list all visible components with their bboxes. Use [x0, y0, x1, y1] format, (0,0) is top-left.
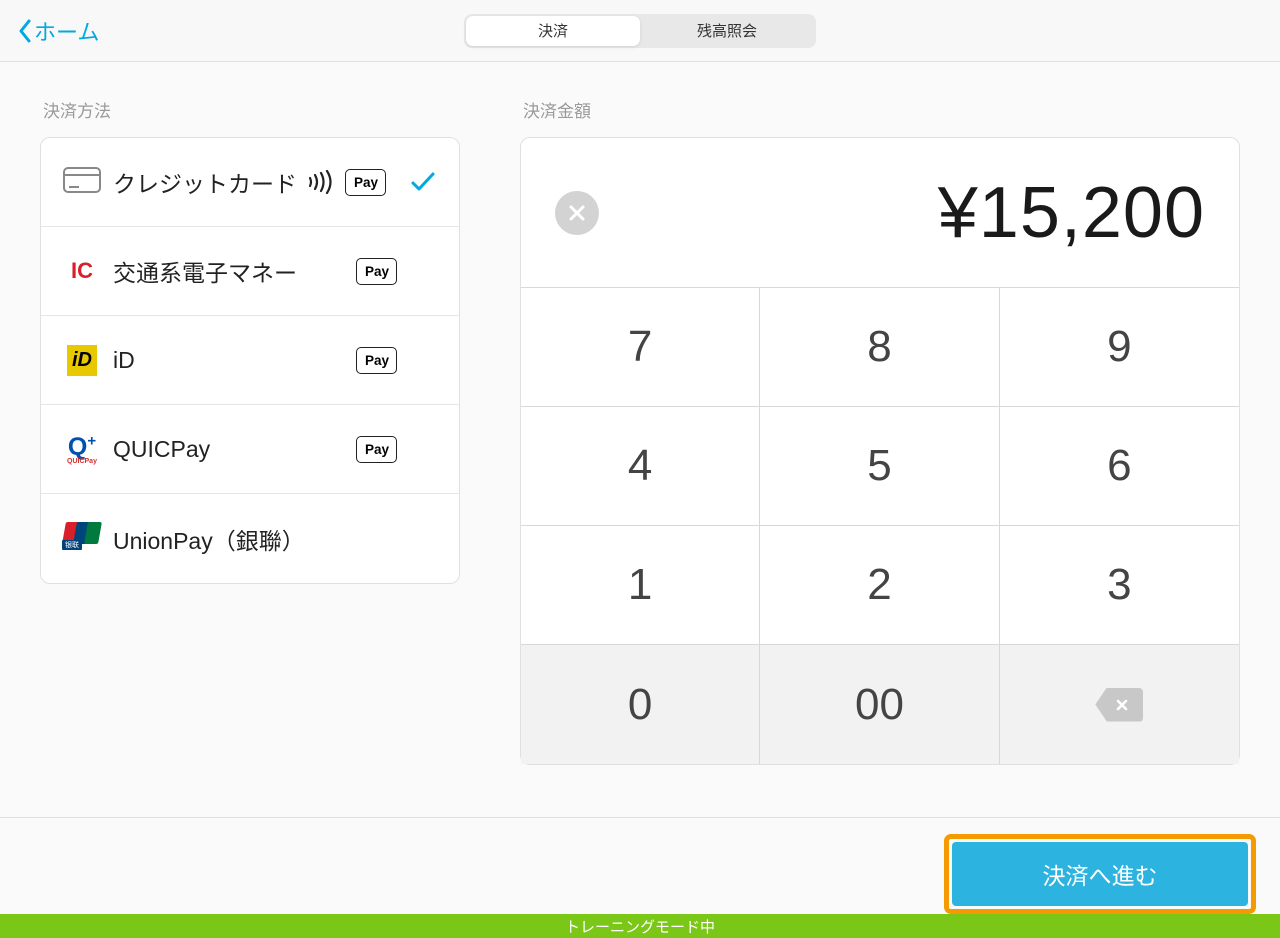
method-label: クレジットカード — [113, 165, 297, 199]
key-9[interactable]: 9 — [1000, 288, 1239, 407]
quicpay-icon: Q+QUICPay — [59, 433, 105, 465]
contactless-icon — [307, 170, 335, 194]
key-3[interactable]: 3 — [1000, 526, 1239, 645]
check-icon — [409, 170, 437, 194]
key-7[interactable]: 7 — [521, 288, 760, 407]
keypad: 7 8 9 4 5 6 1 2 3 0 00 — [521, 288, 1239, 764]
payment-method-title: 決済方法 — [43, 97, 460, 122]
key-0[interactable]: 0 — [521, 645, 760, 764]
close-icon — [568, 204, 586, 222]
method-label: UnionPay（銀聯） — [113, 522, 305, 556]
key-5[interactable]: 5 — [760, 407, 999, 526]
proceed-button[interactable]: 決済へ進む — [952, 842, 1248, 906]
proceed-highlight: 決済へ進む — [944, 834, 1256, 914]
tab-payment[interactable]: 決済 — [466, 16, 640, 46]
method-transit-ic[interactable]: IC 交通系電子マネー Pay — [41, 227, 459, 316]
clear-amount-button[interactable] — [555, 191, 599, 235]
method-label: iD — [113, 347, 135, 374]
apple-pay-badge: Pay — [356, 258, 397, 285]
transit-ic-icon: IC — [59, 258, 105, 284]
payment-method-list: クレジットカード Pay IC 交通系電子マネー Pay iD — [40, 137, 460, 584]
footer: 決済へ進む — [0, 817, 1280, 914]
back-label: ホーム — [34, 15, 99, 47]
method-label: 交通系電子マネー — [113, 254, 297, 288]
credit-card-icon — [59, 167, 105, 198]
key-4[interactable]: 4 — [521, 407, 760, 526]
key-1[interactable]: 1 — [521, 526, 760, 645]
tab-control: 決済 残高照会 — [464, 14, 816, 48]
method-quicpay[interactable]: Q+QUICPay QUICPay Pay — [41, 405, 459, 494]
unionpay-icon: 银联 — [59, 522, 105, 555]
method-credit-card[interactable]: クレジットカード Pay — [41, 138, 459, 227]
apple-pay-badge: Pay — [345, 169, 386, 196]
tab-balance[interactable]: 残高照会 — [640, 16, 814, 46]
amount-panel: ¥15,200 7 8 9 4 5 6 1 2 3 0 00 — [520, 137, 1240, 765]
chevron-left-icon — [18, 19, 32, 43]
key-backspace[interactable] — [1000, 645, 1239, 764]
key-2[interactable]: 2 — [760, 526, 999, 645]
amount-title: 決済金額 — [523, 97, 1240, 122]
method-label: QUICPay — [113, 436, 210, 463]
key-00[interactable]: 00 — [760, 645, 999, 764]
key-8[interactable]: 8 — [760, 288, 999, 407]
apple-pay-badge: Pay — [356, 436, 397, 463]
method-unionpay[interactable]: 银联 UnionPay（銀聯） — [41, 494, 459, 583]
training-mode-bar: トレーニングモード中 — [0, 914, 1280, 938]
back-button[interactable]: ホーム — [18, 15, 99, 47]
amount-value: ¥15,200 — [599, 172, 1205, 254]
id-icon: iD — [59, 345, 105, 376]
method-id[interactable]: iD iD Pay — [41, 316, 459, 405]
key-6[interactable]: 6 — [1000, 407, 1239, 526]
apple-pay-badge: Pay — [356, 347, 397, 374]
backspace-icon — [1095, 688, 1143, 722]
header: ホーム 決済 残高照会 — [0, 0, 1280, 62]
